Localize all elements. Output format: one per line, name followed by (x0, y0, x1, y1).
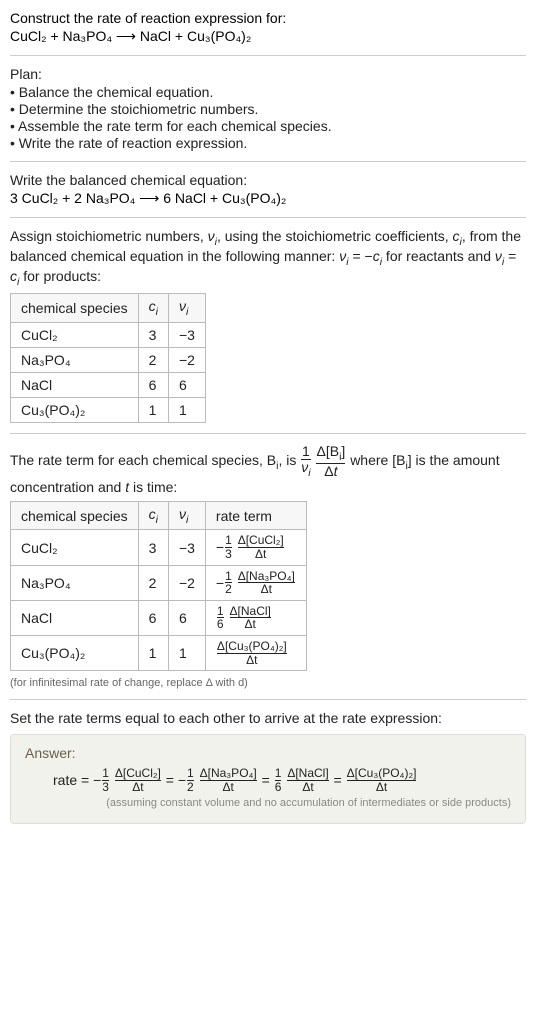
table-row: NaCl 6 6 (11, 373, 206, 398)
stoich-table: chemical species ci νi CuCl₂ 3 −3 Na₃PO₄… (10, 293, 206, 423)
cell-vi: −3 (168, 323, 205, 348)
plan-item: • Assemble the rate term for each chemic… (10, 118, 526, 134)
plan-title: Plan: (10, 66, 526, 82)
col-species: chemical species (11, 501, 139, 530)
cell-vi: −3 (168, 530, 205, 565)
table-row: NaCl6616 Δ[NaCl]Δt (11, 600, 307, 635)
cell-rate-term: 16 Δ[NaCl]Δt (205, 600, 306, 635)
cell-ci: 3 (138, 323, 168, 348)
cell-species: CuCl₂ (11, 530, 139, 565)
problem-header: Construct the rate of reaction expressio… (10, 10, 526, 45)
balanced-section: Write the balanced chemical equation: 3 … (10, 172, 526, 207)
cell-vi: 6 (168, 373, 205, 398)
table-header-row: chemical species ci νi rate term (11, 501, 307, 530)
cell-ci: 1 (138, 636, 168, 671)
rateterm-intro: The rate term for each chemical species,… (10, 444, 526, 495)
text: where [B (350, 452, 405, 468)
table-row: Na₃PO₄2−2−12 Δ[Na₃PO₄]Δt (11, 565, 307, 600)
cell-vi: 1 (168, 636, 205, 671)
infinitesimal-note: (for infinitesimal rate of change, repla… (10, 677, 526, 689)
cell-species: Na₃PO₄ (11, 348, 139, 373)
cell-ci: 6 (138, 373, 168, 398)
table-header-row: chemical species ci νi (11, 294, 206, 323)
cell-vi: 6 (168, 600, 205, 635)
answer-assumption: (assuming constant volume and no accumul… (25, 797, 511, 809)
numerator: Δ[Bi] (316, 444, 345, 463)
text: , is (278, 452, 300, 468)
cell-species: NaCl (11, 600, 139, 635)
fraction: 1 νi (301, 444, 310, 479)
prompt-text: Construct the rate of reaction expressio… (10, 10, 526, 26)
cell-ci: 3 (138, 530, 168, 565)
plan-item: • Balance the chemical equation. (10, 84, 526, 100)
cell-ci: 1 (138, 398, 168, 423)
cell-ci: 6 (138, 600, 168, 635)
col-species: chemical species (11, 294, 139, 323)
denominator: Δt (316, 463, 345, 479)
denominator: νi (301, 459, 310, 479)
table-row: CuCl₂ 3 −3 (11, 323, 206, 348)
divider (10, 161, 526, 162)
assign-intro: Assign stoichiometric numbers, νi, using… (10, 228, 526, 287)
col-rate: rate term (205, 501, 306, 530)
text: is time: (129, 479, 177, 495)
cell-species: Cu₃(PO₄)₂ (11, 636, 139, 671)
text: The rate term for each chemical species,… (10, 452, 276, 468)
divider (10, 699, 526, 700)
cell-vi: 1 (168, 398, 205, 423)
numerator: 1 (301, 444, 310, 459)
balanced-intro: Write the balanced chemical equation: (10, 172, 526, 188)
cell-species: CuCl₂ (11, 323, 139, 348)
col-ci: ci (138, 501, 168, 530)
answer-box: Answer: rate = −13 Δ[CuCl₂]Δt = −12 Δ[Na… (10, 734, 526, 824)
divider (10, 217, 526, 218)
table-row: Cu₃(PO₄)₂11Δ[Cu₃(PO₄)₂]Δt (11, 636, 307, 671)
table-row: Cu₃(PO₄)₂ 1 1 (11, 398, 206, 423)
plan-item: • Determine the stoichiometric numbers. (10, 101, 526, 117)
divider (10, 55, 526, 56)
col-vi: νi (168, 294, 205, 323)
plan-section: Plan: • Balance the chemical equation. •… (10, 66, 526, 151)
unbalanced-equation: CuCl₂ + Na₃PO₄ ⟶ NaCl + Cu₃(PO₄)₂ (10, 28, 526, 45)
col-vi: νi (168, 501, 205, 530)
col-ci: ci (138, 294, 168, 323)
rateterm-section: The rate term for each chemical species,… (10, 444, 526, 689)
cell-ci: 2 (138, 565, 168, 600)
cell-vi: −2 (168, 348, 205, 373)
balanced-equation: 3 CuCl₂ + 2 Na₃PO₄ ⟶ 6 NaCl + Cu₃(PO₄)₂ (10, 190, 526, 207)
answer-title: Answer: (25, 745, 511, 761)
final-section: Set the rate terms equal to each other t… (10, 710, 526, 824)
cell-rate-term: −13 Δ[CuCl₂]Δt (205, 530, 306, 565)
table-row: Na₃PO₄ 2 −2 (11, 348, 206, 373)
cell-species: Na₃PO₄ (11, 565, 139, 600)
cell-rate-term: Δ[Cu₃(PO₄)₂]Δt (205, 636, 306, 671)
plan-item: • Write the rate of reaction expression. (10, 135, 526, 151)
rateterm-table: chemical species ci νi rate term CuCl₂3−… (10, 501, 307, 672)
cell-rate-term: −12 Δ[Na₃PO₄]Δt (205, 565, 306, 600)
assign-section: Assign stoichiometric numbers, νi, using… (10, 228, 526, 423)
cell-ci: 2 (138, 348, 168, 373)
fraction: Δ[Bi] Δt (316, 444, 345, 479)
divider (10, 433, 526, 434)
plan-bullets: • Balance the chemical equation. • Deter… (10, 84, 526, 151)
table-row: CuCl₂3−3−13 Δ[CuCl₂]Δt (11, 530, 307, 565)
cell-species: Cu₃(PO₄)₂ (11, 398, 139, 423)
final-intro: Set the rate terms equal to each other t… (10, 710, 526, 726)
cell-vi: −2 (168, 565, 205, 600)
answer-expression: rate = −13 Δ[CuCl₂]Δt = −12 Δ[Na₃PO₄]Δt … (53, 767, 511, 793)
cell-species: NaCl (11, 373, 139, 398)
